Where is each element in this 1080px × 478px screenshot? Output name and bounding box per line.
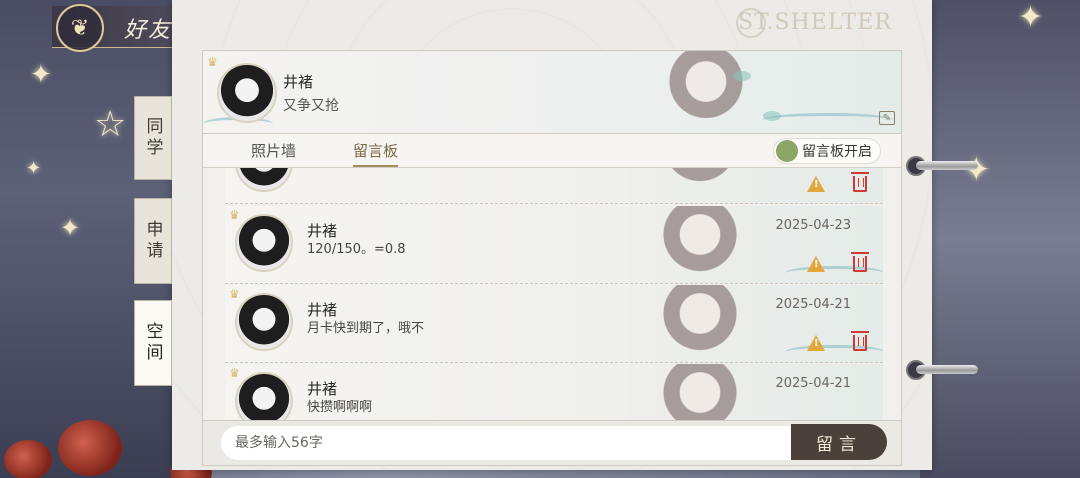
rose-decoration — [58, 420, 122, 476]
tab-bar: 照片墙 留言板 留言板开启 — [202, 134, 902, 168]
star-decoration-icon: ✦ — [1018, 0, 1044, 35]
message-composer: 留言 — [202, 420, 902, 466]
star-decoration-icon: ✦ — [60, 214, 81, 242]
profile-name: 井褚 — [283, 73, 314, 91]
tab-photo-wall[interactable]: 照片墙 — [251, 140, 296, 165]
star-decoration-icon: ☆ — [94, 104, 127, 145]
message-text: 快攒啊啊啊 — [307, 400, 373, 415]
delete-icon[interactable] — [851, 252, 869, 272]
crown-icon: ♛ — [207, 55, 218, 69]
avatar[interactable] — [235, 168, 293, 192]
message-date: 2025-04-21 — [775, 376, 851, 391]
message-text: 月卡快到期了，哦不 — [307, 321, 425, 336]
binder-ring — [906, 360, 978, 380]
list-item — [225, 168, 883, 204]
message-text: 120/150。=0.8 — [307, 242, 406, 257]
list-item: ♛ 井褚 120/150。=0.8 2025-04-23 — [225, 206, 883, 284]
toggle-label: 留言板开启 — [802, 144, 872, 160]
chibi-background-art — [651, 51, 761, 133]
avatar[interactable] — [217, 63, 277, 123]
profile-header: ♛ 井褚 又争又抢 ✎ — [202, 50, 902, 134]
message-date: 2025-04-23 — [775, 218, 851, 233]
crown-icon: ♛ — [229, 208, 240, 222]
post-message-button[interactable]: 留言 — [791, 424, 887, 460]
edit-icon[interactable]: ✎ — [879, 111, 895, 125]
side-tab-classmates[interactable]: 同学 — [134, 96, 172, 180]
avatar[interactable] — [235, 372, 293, 420]
list-item: ♛ 井褚 月卡快到期了，哦不 2025-04-21 — [225, 285, 883, 363]
message-input[interactable] — [221, 426, 793, 460]
crown-icon: ♛ — [229, 287, 240, 301]
avatar[interactable] — [235, 214, 293, 272]
leaf-decoration — [733, 71, 751, 81]
delete-icon[interactable] — [851, 331, 869, 351]
rose-decoration — [4, 440, 52, 478]
avatar[interactable] — [235, 293, 293, 351]
list-item: ♛ 井褚 快攒啊啊啊 2025-04-21 — [225, 364, 883, 420]
star-decoration-icon: ✦ — [30, 60, 52, 90]
message-board-toggle[interactable]: 留言板开启 — [773, 138, 881, 164]
wave-decoration — [763, 113, 893, 127]
wave-decoration — [785, 266, 883, 280]
crown-icon: ♛ — [229, 366, 240, 380]
chibi-background-art — [645, 285, 755, 362]
tab-message-board[interactable]: 留言板 — [353, 140, 399, 167]
report-icon[interactable] — [807, 335, 825, 351]
wave-decoration — [785, 345, 883, 359]
toggle-knob — [776, 140, 798, 162]
star-decoration-icon: ✦ — [26, 158, 42, 179]
butterfly-emblem-icon: ❦ — [56, 4, 104, 52]
side-tab-space[interactable]: 空间 — [134, 300, 172, 386]
message-date: 2025-04-21 — [775, 297, 851, 312]
binder-ring — [906, 156, 978, 176]
delete-icon[interactable] — [851, 172, 869, 192]
message-list[interactable]: ♛ 井褚 120/150。=0.8 2025-04-23 ♛ 井褚 月卡快到期了… — [202, 168, 902, 420]
chibi-background-art — [645, 168, 755, 203]
profile-signature: 又争又抢 — [283, 98, 339, 114]
chibi-background-art — [645, 206, 755, 283]
page-title: 好友 — [124, 18, 173, 43]
report-icon[interactable] — [807, 256, 825, 272]
report-icon[interactable] — [807, 176, 825, 192]
brand-logo: ST.SHELTER — [738, 10, 892, 35]
side-tab-requests[interactable]: 申请 — [134, 198, 172, 284]
chibi-background-art — [645, 364, 755, 420]
background-right — [920, 0, 1080, 478]
